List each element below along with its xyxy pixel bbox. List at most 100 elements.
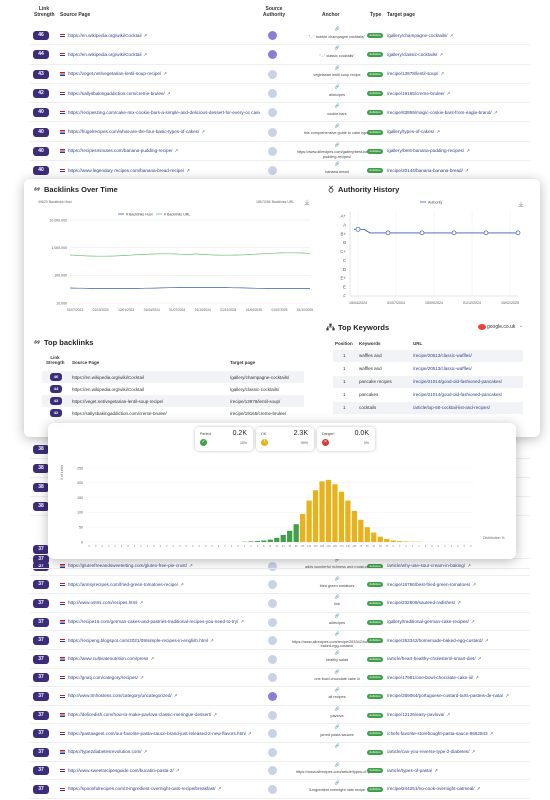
target-url[interactable]: /recipe/19165/creme-brulee/ [387, 91, 444, 96]
source-url[interactable]: https://veget.net/vegetarian-lentil-soup… [68, 71, 161, 76]
tb-source-url[interactable]: https://en.wikipedia.org/wiki/Cocktail [72, 375, 144, 380]
source-url[interactable]: https://www.legendary recipes.com/banana… [68, 168, 184, 173]
source-url[interactable]: https://sallysbakingaddiction.com/creme-… [68, 91, 165, 96]
external-link-icon[interactable]: ↗ [439, 52, 443, 57]
target-page-link[interactable]: /recipe/12126/easy-pavlova/↗ [387, 712, 527, 718]
chevron-down-icon[interactable]: ⌄ [519, 323, 523, 329]
source-page-link[interactable]: https://recipe16.com/german-cakes-and-pa… [60, 619, 260, 625]
external-link-icon[interactable]: ↗ [150, 656, 154, 661]
target-url[interactable]: /chefs-favorite-storebought-pasta-sauce-… [387, 731, 488, 736]
target-page-link[interactable]: /recipe/16766/best-fried-green-tomatoes/… [387, 582, 527, 588]
source-page-link[interactable]: https://gnatj.com/category/recipes/↗ [60, 675, 260, 681]
source-url[interactable]: https://hugelrecipes.com/what-are-the-fo… [68, 129, 199, 134]
external-link-icon[interactable]: ↗ [505, 693, 509, 698]
target-url[interactable]: /gallery/traditional-german-cake-recipes… [387, 619, 469, 624]
external-link-icon[interactable]: ↗ [436, 129, 440, 134]
source-url[interactable]: https://delicedish.com/how-to-make-pavlo… [68, 712, 211, 717]
external-link-icon[interactable]: ↗ [457, 600, 461, 605]
target-url[interactable]: /recipe/17981/one-bowl-chocolate-cake-ii… [387, 675, 473, 680]
target-url[interactable]: /recipe/244251/no-cook-overnight-oatmeal… [387, 786, 475, 791]
target-url[interactable]: /gallery/champagne-cocktails/ [387, 33, 448, 38]
source-page-link[interactable]: https://recipesminutes.com/banana-puddin… [60, 148, 260, 154]
keyword-url[interactable]: /recipe/21014/good-old-fashioned-pancake… [413, 379, 502, 384]
external-link-icon[interactable]: ↗ [186, 168, 190, 173]
target-page-link[interactable]: /recipe/244251/no-cook-overnight-oatmeal… [387, 786, 527, 792]
external-link-icon[interactable]: ↗ [466, 148, 470, 153]
source-url[interactable]: https://recipe16.com/german-cakes-and-pa… [68, 619, 238, 624]
target-url[interactable]: /gallery/classic-cocktails/ [387, 52, 437, 57]
source-url[interactable]: http://www.ostmi.com/recipes.html [68, 600, 137, 605]
external-link-icon[interactable]: ↗ [174, 693, 178, 698]
source-url[interactable]: https://recipeng.blogspot.com/2021/09/si… [68, 638, 208, 643]
source-url[interactable]: https://recipeszing.com/cake-mix-cookie-… [68, 110, 260, 115]
source-page-link[interactable]: https://www.cultivatenutrition.com/press… [60, 656, 260, 662]
external-link-icon[interactable]: ↗ [174, 148, 178, 153]
target-page-link[interactable]: /article/heart-healthy-cholesterol-smart… [387, 656, 527, 662]
external-link-icon[interactable]: ↗ [201, 129, 205, 134]
external-link-icon[interactable]: ↗ [450, 33, 454, 38]
target-page-link[interactable]: /recipe/17981/one-bowl-chocolate-cake-ii… [387, 675, 527, 681]
external-link-icon[interactable]: ↗ [446, 91, 450, 96]
external-link-icon[interactable]: ↗ [176, 768, 180, 773]
target-page-link[interactable]: /recipe/20144/banana-banana-bread/↗ [387, 168, 527, 174]
external-link-icon[interactable]: ↗ [240, 619, 244, 624]
target-url[interactable]: /recipe/83959/magic-cookie-bars-from-eag… [387, 110, 492, 115]
source-url[interactable]: https://annsyrecipes.com/fried-green-tom… [68, 582, 178, 587]
source-url[interactable]: https://en.wikipedia.org/wiki/Cocktail [68, 33, 142, 38]
keyword-url[interactable]: /recipe/20513/classic-waffles/ [413, 353, 472, 358]
external-link-icon[interactable]: ↗ [140, 675, 144, 680]
source-url[interactable]: https://www.cultivatenutrition.com/press [68, 656, 148, 661]
target-url[interactable]: /recipe/13978/lentil-soup/ [387, 71, 438, 76]
source-page-link[interactable]: http://www.sweetrecipesguide.com/bucatin… [60, 768, 260, 774]
external-link-icon[interactable]: ↗ [218, 786, 222, 791]
target-page-link[interactable]: /recipe/263342/homemade-baked-egg-custar… [387, 638, 527, 644]
target-page-link[interactable]: /recipe/19165/creme-brulee/↗ [387, 91, 527, 97]
target-url[interactable]: /recipe/20144/banana-banana-bread/ [387, 168, 463, 173]
download-icon[interactable] [304, 199, 310, 205]
source-url[interactable]: http://www.tmhostess.com/category/uncate… [68, 693, 172, 698]
external-link-icon[interactable]: ↗ [180, 582, 184, 587]
external-link-icon[interactable]: ↗ [478, 656, 482, 661]
source-page-link[interactable]: https://spoonfulrecipes.com/3-ingredient… [60, 786, 260, 792]
source-page-link[interactable]: http://www.ostmi.com/recipes.html ↗ [60, 600, 260, 606]
keyword-url[interactable]: /recipe/20513/classic-waffles/ [413, 366, 472, 371]
target-page-link[interactable]: /chefs-favorite-storebought-pasta-sauce-… [387, 731, 527, 737]
external-link-icon[interactable]: ↗ [144, 749, 148, 754]
target-url[interactable]: /recipe/232609/sauteed-radishes/ [387, 600, 455, 605]
target-url[interactable]: /recipe/269064/portuguese-custard-tarts-… [387, 693, 503, 698]
tb-target-url[interactable]: /gallery/classic-cocktails/ [230, 387, 279, 392]
external-link-icon[interactable]: ↗ [167, 91, 171, 96]
source-page-link[interactable]: https://hugelrecipes.com/what-are-the-fo… [60, 129, 260, 135]
source-page-link[interactable]: https://delicedish.com/how-to-make-pavlo… [60, 712, 260, 718]
source-url[interactable]: http://www.sweetrecipesguide.com/bucatin… [68, 768, 174, 773]
external-link-icon[interactable]: ↗ [213, 712, 217, 717]
external-link-icon[interactable]: ↗ [440, 71, 444, 76]
external-link-icon[interactable]: ↗ [475, 675, 479, 680]
tb-target-url[interactable]: /recipe/13978/lentil-soup/ [230, 399, 280, 404]
keyword-url[interactable]: /recipe/21014/good-old-fashioned-pancake… [413, 392, 502, 397]
target-url[interactable]: /recipe/263342/homemade-baked-egg-custar… [387, 638, 483, 643]
source-url[interactable]: https://pastaagent.com/our-favorite-past… [68, 731, 246, 736]
external-link-icon[interactable]: ↗ [144, 33, 148, 38]
target-page-link[interactable]: /gallery/traditional-german-cake-recipes… [387, 619, 527, 625]
external-link-icon[interactable]: ↗ [446, 712, 450, 717]
target-url[interactable]: /recipe/16766/best-fried-green-tomatoes/ [387, 582, 470, 587]
external-link-icon[interactable]: ↗ [494, 110, 498, 115]
external-link-icon[interactable]: ↗ [163, 71, 167, 76]
target-url[interactable]: /gallery/best-banana-pudding-recipes/ [387, 148, 464, 153]
source-page-link[interactable]: https://www.legendary recipes.com/banana… [60, 168, 260, 174]
external-link-icon[interactable]: ↗ [210, 638, 214, 643]
target-url[interactable]: /article/types-of-pasta/ [387, 768, 432, 773]
tb-source-url[interactable]: https://veget.net/vegetarian-lentil-soup… [72, 399, 163, 404]
source-url[interactable]: https://recipesminutes.com/banana-puddin… [68, 148, 172, 153]
external-link-icon[interactable]: ↗ [472, 582, 476, 587]
source-page-link[interactable]: https://recipeszing.com/cake-mix-cookie-… [60, 110, 260, 116]
external-link-icon[interactable]: ↗ [434, 768, 438, 773]
tb-source-url[interactable]: https://en.wikipedia.org/wiki/Cocktail [72, 387, 144, 392]
external-link-icon[interactable]: ↗ [465, 168, 469, 173]
tb-source-url[interactable]: https://sallysbakingaddiction.com/creme-… [72, 411, 167, 416]
target-page-link[interactable]: /gallery/best-banana-pudding-recipes/↗ [387, 148, 527, 154]
external-link-icon[interactable]: ↗ [139, 600, 143, 605]
external-link-icon[interactable]: ↗ [477, 786, 481, 791]
search-engine-select[interactable]: google.co.uk [487, 324, 515, 330]
